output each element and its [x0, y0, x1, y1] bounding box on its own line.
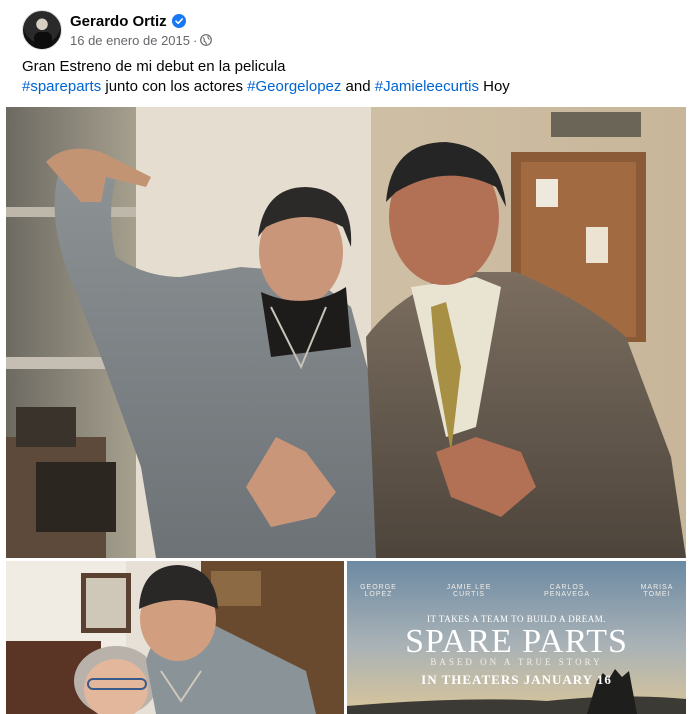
credit-1: GEORGE LOPEZ	[360, 584, 397, 598]
name-row: Gerardo Ortiz	[70, 13, 212, 30]
secondary-photo-illustration	[6, 561, 344, 714]
credit-4: MARISA TOMEI	[640, 584, 674, 598]
verified-badge-icon	[171, 14, 186, 28]
caption-text-2: and	[341, 78, 375, 95]
poster-title: SPARE PARTS	[405, 623, 628, 660]
poster-release: IN THEATERS JANUARY 16	[421, 672, 612, 687]
hashtag-georgelopez[interactable]: #Georgelopez	[247, 78, 341, 95]
caption-text-1: junto con los actores	[101, 78, 248, 95]
caption-line-1: Gran Estreno de mi debut en la pelicula	[22, 58, 286, 75]
caption-line-2: #spareparts junto con los actores #Georg…	[22, 77, 672, 97]
globe-icon[interactable]	[200, 34, 213, 46]
author-avatar[interactable]	[22, 10, 62, 50]
post-meta: Gerardo Ortiz 16 de enero de 2015 ·	[70, 13, 213, 48]
secondary-photo-left[interactable]	[6, 561, 344, 714]
main-photo[interactable]	[6, 107, 686, 558]
poster-subtitle: BASED ON A TRUE STORY	[430, 657, 603, 667]
movie-poster[interactable]: GEORGE LOPEZ JAMIE LEE CURTIS CARLOS PEN…	[347, 561, 686, 714]
author-name[interactable]: Gerardo Ortiz	[70, 13, 167, 30]
facebook-post: Gerardo Ortiz 16 de enero de 2015 · Gran…	[0, 0, 690, 714]
hashtag-spareparts[interactable]: #spareparts	[22, 78, 101, 95]
separator-dot: ·	[193, 32, 198, 48]
post-header: Gerardo Ortiz 16 de enero de 2015 ·	[22, 10, 213, 50]
post-date[interactable]: 16 de enero de 2015	[70, 33, 190, 48]
main-photo-illustration	[6, 107, 686, 558]
credit-2: JAMIE LEE CURTIS	[446, 584, 492, 598]
credit-3: CARLOS PENAVEGA	[544, 584, 591, 598]
hashtag-jamieleecurtis[interactable]: #Jamieleecurtis	[375, 78, 479, 95]
caption-text-3: Hoy	[478, 78, 510, 95]
post-caption: Gran Estreno de mi debut en la pelicula …	[22, 57, 672, 97]
poster-credits: GEORGE LOPEZ JAMIE LEE CURTIS CARLOS PEN…	[347, 584, 686, 598]
date-row: 16 de enero de 2015 ·	[70, 32, 213, 48]
